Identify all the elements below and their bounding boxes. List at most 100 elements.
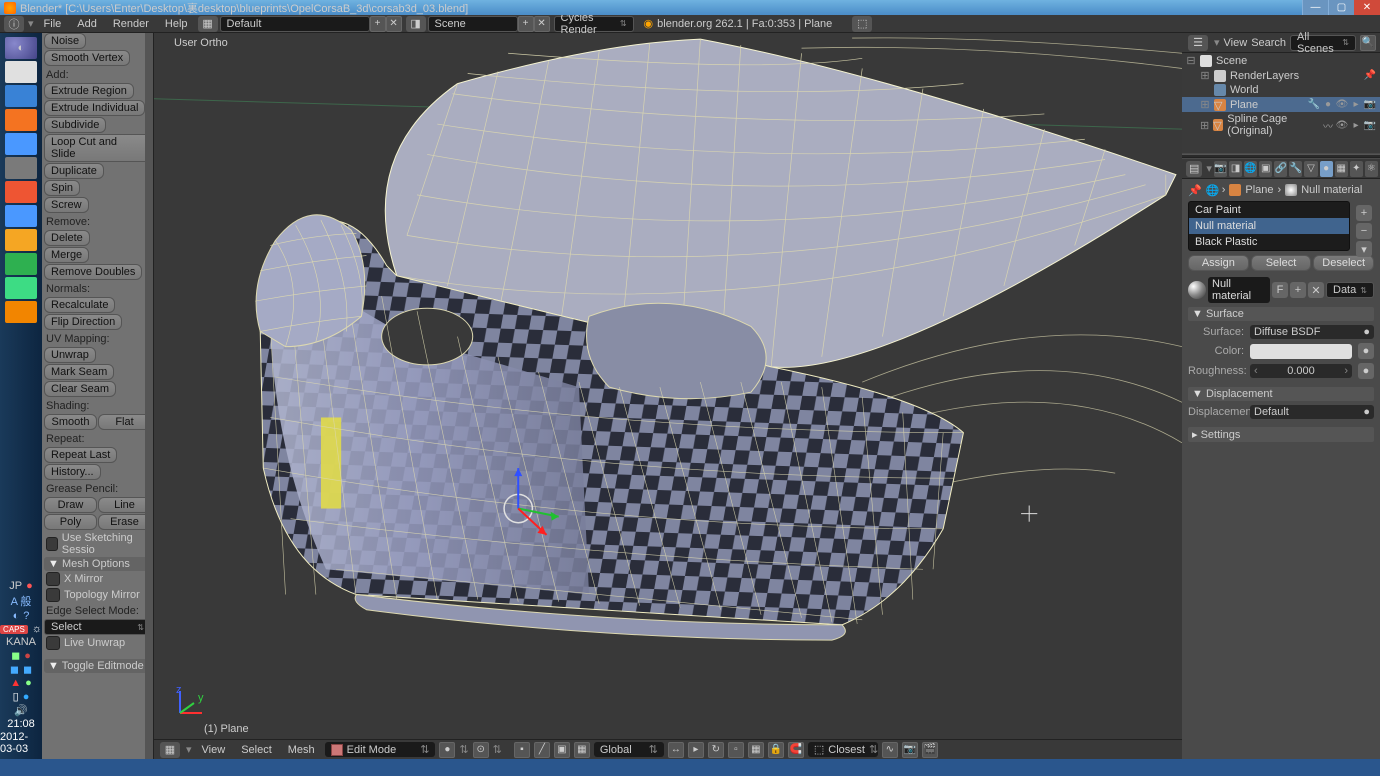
opengl-anim-icon[interactable]: 🎬 [922,742,938,758]
taskbar-item[interactable] [5,229,37,251]
manip-rotate-icon[interactable]: ↻ [708,742,724,758]
snap-target-icon[interactable]: ∿ [882,742,898,758]
tool-remove-doubles[interactable]: Remove Doubles [44,264,142,280]
tool-subdivide[interactable]: Subdivide [44,117,106,133]
tab-render[interactable]: 📷 [1214,161,1227,177]
slot-specials-icon[interactable]: ▾ [1356,241,1372,257]
panel-toggle-editmode[interactable]: ▼ Toggle Editmode [44,659,151,673]
edge-select-mode-dropdown[interactable]: Select⇅ [44,619,151,635]
editor-type-properties-icon[interactable]: ▤ [1186,161,1202,177]
tool-loopcut[interactable]: Loop Cut and Slide [44,134,151,162]
section-surface[interactable]: ▼ Surface [1188,307,1374,321]
delete-scene-icon[interactable]: ✕ [534,16,550,32]
tool-shade-flat[interactable]: Flat [98,414,151,430]
tool-repeat-last[interactable]: Repeat Last [44,447,117,463]
layers-icon[interactable]: ▦ [748,742,764,758]
tool-spin[interactable]: Spin [44,180,80,196]
delete-layout-icon[interactable]: ✕ [386,16,402,32]
scene-dropdown[interactable]: Scene [428,16,518,32]
add-layout-icon[interactable]: + [370,16,386,32]
curve-data-icon[interactable]: 〰 [1322,119,1334,131]
tool-recalculate[interactable]: Recalculate [44,297,115,313]
window-minimize[interactable]: — [1302,0,1328,15]
tool-gp-line[interactable]: Line [98,497,151,513]
material-assign[interactable]: Assign [1188,255,1249,271]
material-select[interactable]: Select [1251,255,1312,271]
tool-screw[interactable]: Screw [44,197,89,213]
menu-mesh[interactable]: Mesh [282,744,321,756]
tab-world[interactable]: 🌐 [1244,161,1257,177]
tab-texture[interactable]: ▦ [1335,161,1348,177]
tab-physics[interactable]: ⚛ [1365,161,1378,177]
menu-help[interactable]: Help [157,18,196,30]
select-vertex-icon[interactable]: ▪ [514,742,530,758]
3d-viewport[interactable]: User Ortho [154,33,1182,759]
material-slot[interactable]: Black Plastic [1189,234,1349,250]
tab-modifiers[interactable]: 🔧 [1289,161,1302,177]
tab-data[interactable]: ▽ [1304,161,1317,177]
check-topology-mirror[interactable]: Topology Mirror [42,587,153,603]
tool-smooth-vertex[interactable]: Smooth Vertex [44,50,130,66]
snap-toggle-icon[interactable]: 🧲 [788,742,804,758]
displacement-dropdown[interactable]: Default● [1250,405,1374,419]
scene-browse-icon[interactable]: ◨ [406,16,426,32]
manip-translate-icon[interactable]: ▸ [688,742,704,758]
taskbar-item[interactable] [5,301,37,323]
remove-slot-icon[interactable]: − [1356,223,1372,239]
taskbar-item[interactable] [5,205,37,227]
select-edge-icon[interactable]: ╱ [534,742,550,758]
menu-add[interactable]: Add [69,18,105,30]
pin-icon[interactable]: 📌 [1364,70,1376,82]
taskbar-item[interactable] [5,61,37,83]
color-field[interactable] [1250,344,1352,359]
manip-scale-icon[interactable]: ▫ [728,742,744,758]
material-browse-icon[interactable] [1188,281,1206,299]
back-to-previous-icon[interactable]: ⬚ [852,16,872,32]
material-deselect[interactable]: Deselect [1313,255,1374,271]
tool-duplicate[interactable]: Duplicate [44,163,104,179]
taskbar-item[interactable] [5,109,37,131]
menu-view[interactable]: View [196,744,232,756]
mode-dropdown[interactable]: Edit Mode⇅ [325,742,436,757]
tab-material[interactable]: ● [1320,161,1333,177]
tab-scene[interactable]: ◨ [1229,161,1242,177]
tool-flip-direction[interactable]: Flip Direction [44,314,122,330]
tool-history[interactable]: History... [44,464,101,480]
menu-select[interactable]: Select [235,744,278,756]
tool-clear-seam[interactable]: Clear Seam [44,381,116,397]
panel-mesh-options[interactable]: ▼ Mesh Options [44,557,151,571]
material-slot[interactable]: Car Paint [1189,202,1349,218]
ime-lang[interactable]: JP [9,580,22,592]
collapse-icon[interactable]: ▾ [28,17,34,30]
material-slot-list[interactable]: Car Paint Null material Black Plastic [1188,201,1350,251]
material-slot[interactable]: Null material [1189,218,1349,234]
render-engine-dropdown[interactable]: Cycles Render⇅ [554,16,634,32]
pivot-icon[interactable]: ⊙ [473,742,489,758]
filter-icon[interactable]: 🔍 [1360,35,1376,51]
clock-date[interactable]: 2012-03-03 [0,731,42,755]
tool-unwrap[interactable]: Unwrap [44,347,96,363]
limit-selection-icon[interactable]: ▦ [574,742,590,758]
menu-file[interactable]: File [36,18,70,30]
select-face-icon[interactable]: ▣ [554,742,570,758]
clock-time[interactable]: 21:08 [7,718,35,730]
outliner-display-mode[interactable]: All Scenes⇅ [1290,35,1356,51]
surface-shader-dropdown[interactable]: Diffuse BSDF● [1250,325,1374,339]
lock-camera-icon[interactable]: 🔒 [768,742,784,758]
tool-delete[interactable]: Delete [44,230,90,246]
outliner[interactable]: ⊟Scene ⊞RenderLayers📌 World ⊞▽Plane🔧●👁▸📷… [1182,53,1380,153]
scrollbar[interactable] [145,33,153,759]
screen-layout-browse-icon[interactable]: ▦ [198,16,218,32]
check-sketch-sessions[interactable]: Use Sketching Sessio [42,531,153,557]
check-x-mirror[interactable]: X Mirror [42,571,153,587]
window-close[interactable]: ✕ [1354,0,1380,15]
opengl-render-icon[interactable]: 📷 [902,742,918,758]
material-icon[interactable]: ● [1322,99,1334,111]
color-input-node-icon[interactable]: ● [1358,343,1374,359]
ime-mode[interactable]: A 般 [11,593,32,609]
tab-particles[interactable]: ✦ [1350,161,1363,177]
screen-layout-dropdown[interactable]: Default [220,16,370,32]
modifier-icon[interactable]: 🔧 [1308,99,1320,111]
taskbar-item[interactable] [5,277,37,299]
tool-gp-poly[interactable]: Poly [44,514,97,530]
